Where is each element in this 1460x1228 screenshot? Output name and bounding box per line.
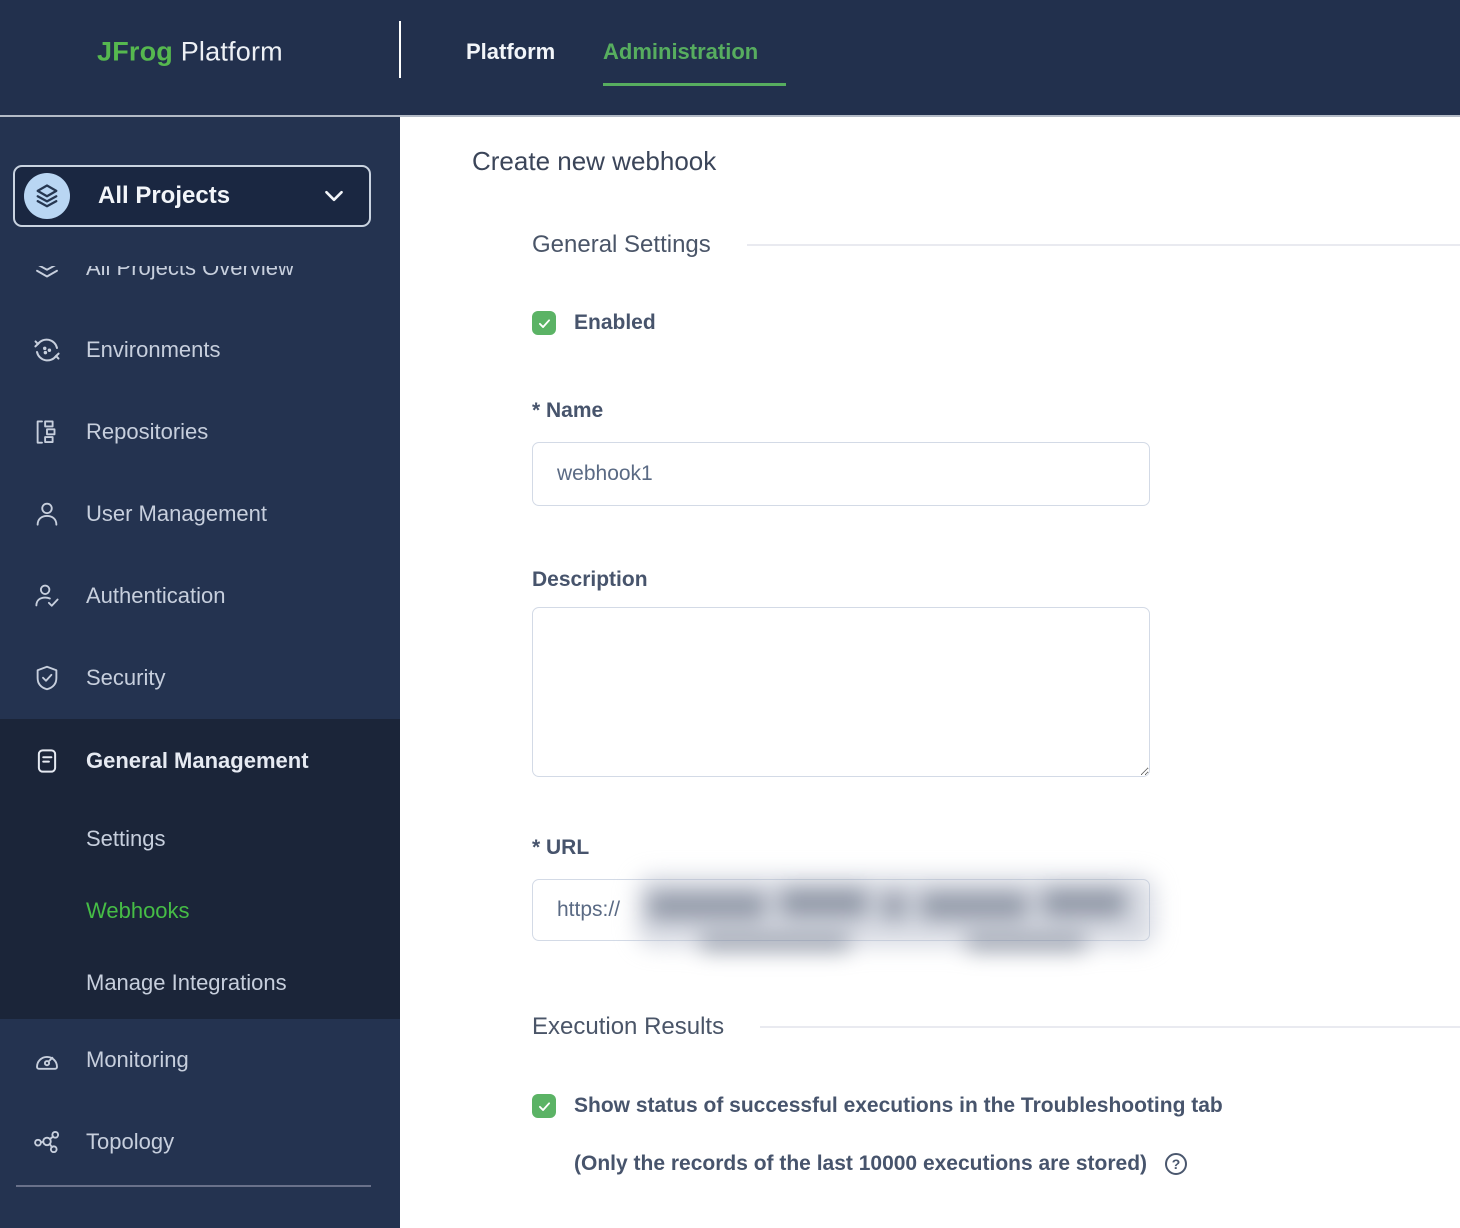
topology-icon: [30, 1125, 64, 1159]
shield-check-icon: [30, 661, 64, 695]
enabled-row: Enabled: [532, 311, 1460, 335]
admin-sidebar: All Projects All Projects Overview: [0, 117, 400, 1228]
tab-platform[interactable]: Platform: [466, 39, 555, 65]
sidebar-item-environments[interactable]: Environments: [0, 309, 400, 391]
app-header: JFrog Platform Platform Administration: [0, 0, 1460, 117]
url-field-wrapper: [532, 879, 1150, 941]
sidebar-item-monitoring[interactable]: Monitoring: [0, 1019, 400, 1101]
sidebar-item-label: Monitoring: [86, 1047, 189, 1073]
tab-active-underline: [603, 83, 786, 86]
logo-jfrog-text: JFrog: [97, 37, 173, 67]
sidebar-item-general-management[interactable]: General Management: [0, 719, 400, 803]
user-check-icon: [30, 579, 64, 613]
environments-icon: [30, 333, 64, 367]
description-label: Description: [532, 567, 1460, 593]
check-icon: [536, 1098, 553, 1115]
sidebar-divider: [16, 1185, 371, 1187]
general-management-section: General Management Settings Webhooks Man…: [0, 719, 400, 1019]
repositories-icon: [30, 415, 64, 449]
gauge-icon: [30, 1043, 64, 1077]
url-label: * URL: [532, 835, 1460, 861]
sidebar-item-manage-integrations[interactable]: Manage Integrations: [0, 947, 400, 1019]
sidebar-item-label: Security: [86, 665, 165, 691]
sidebar-item-topology[interactable]: Topology: [0, 1101, 400, 1183]
webhook-form: General Settings Enabled * Name Descript…: [532, 230, 1460, 1178]
section-title: Execution Results: [532, 1012, 724, 1042]
url-input[interactable]: [532, 879, 1150, 941]
main-content: Create new webhook General Settings Enab…: [400, 117, 1460, 1228]
sidebar-item-settings[interactable]: Settings: [0, 803, 400, 875]
sidebar-item-authentication[interactable]: Authentication: [0, 555, 400, 637]
execution-note-row: (Only the records of the last 10000 exec…: [532, 1150, 1460, 1178]
section-divider: [760, 1026, 1460, 1028]
layers-icon: [33, 182, 61, 210]
name-input[interactable]: [532, 442, 1150, 506]
sidebar-item-webhooks[interactable]: Webhooks: [0, 875, 400, 947]
enabled-label: Enabled: [574, 311, 656, 335]
project-selector[interactable]: All Projects: [13, 165, 371, 227]
chevron-down-icon: [321, 183, 347, 209]
sidebar-item-label: Repositories: [86, 419, 208, 445]
jfrog-logo: JFrog Platform: [97, 37, 283, 68]
sidebar-item-label: Environments: [86, 337, 221, 363]
page-title: Create new webhook: [472, 146, 1460, 176]
general-settings-section-header: General Settings: [532, 230, 1460, 260]
sidebar-item-label: Authentication: [86, 583, 225, 609]
show-status-row: Show status of successful executions in …: [532, 1094, 1460, 1118]
user-icon: [30, 497, 64, 531]
tab-administration[interactable]: Administration: [603, 39, 758, 65]
show-status-checkbox[interactable]: [532, 1094, 556, 1118]
all-projects-avatar: [24, 173, 70, 219]
name-label: * Name: [532, 398, 1460, 424]
header-divider: [399, 21, 401, 78]
sidebar-item-user-management[interactable]: User Management: [0, 473, 400, 555]
execution-note: (Only the records of the last 10000 exec…: [574, 1150, 1147, 1178]
sidebar-item-label: User Management: [86, 501, 267, 527]
sidebar-item-label: General Management: [86, 748, 309, 774]
sidebar-scroll-clip: All Projects Overview: [0, 266, 400, 292]
sidebar-item-security[interactable]: Security: [0, 637, 400, 719]
project-selector-label: All Projects: [98, 182, 230, 210]
sidebar-item-label: Topology: [86, 1129, 174, 1155]
overview-icon: [30, 266, 64, 285]
section-divider: [747, 244, 1460, 246]
sidebar-item-all-projects-overview[interactable]: All Projects Overview: [0, 266, 400, 292]
description-textarea[interactable]: [532, 607, 1150, 777]
sidebar-item-repositories[interactable]: Repositories: [0, 391, 400, 473]
execution-results-section-header: Execution Results: [532, 1012, 1460, 1042]
enabled-checkbox[interactable]: [532, 311, 556, 335]
help-icon[interactable]: ?: [1165, 1153, 1187, 1175]
sidebar-item-label: All Projects Overview: [86, 266, 294, 281]
document-icon: [30, 744, 64, 778]
logo-platform-text: Platform: [181, 37, 283, 67]
section-title: General Settings: [532, 230, 711, 260]
show-status-label: Show status of successful executions in …: [574, 1094, 1223, 1118]
check-icon: [536, 315, 553, 332]
